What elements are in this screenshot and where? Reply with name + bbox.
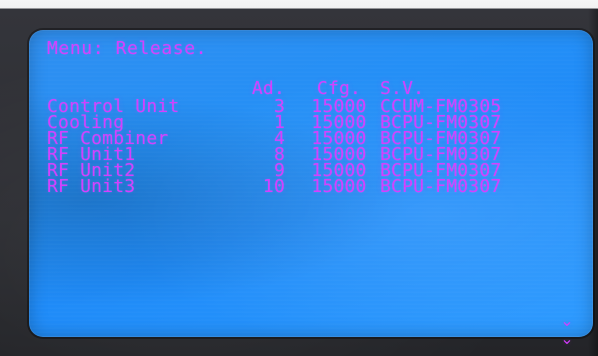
lcd-screen: Menu: Release. Ad. Cfg. S.V. Control Uni… — [29, 30, 593, 348]
row-cfg: 15000 — [311, 176, 367, 197]
table-row: RF Unit3 10 15000 BCPU-FM0307 — [47, 176, 587, 197]
double-chevron-down-icon: ⌄ ⌄ — [560, 311, 574, 348]
row-ad: 10 — [262, 176, 285, 197]
menu-title: Menu: Release. — [47, 38, 208, 59]
row-sv: BCPU-FM0307 — [380, 176, 502, 197]
row-name: RF Unit3 — [47, 176, 136, 197]
device-photo: Menu: Release. Ad. Cfg. S.V. Control Uni… — [0, 0, 598, 356]
release-table: Ad. Cfg. S.V. Control Unit 3 15000 CCUM-… — [47, 80, 587, 220]
